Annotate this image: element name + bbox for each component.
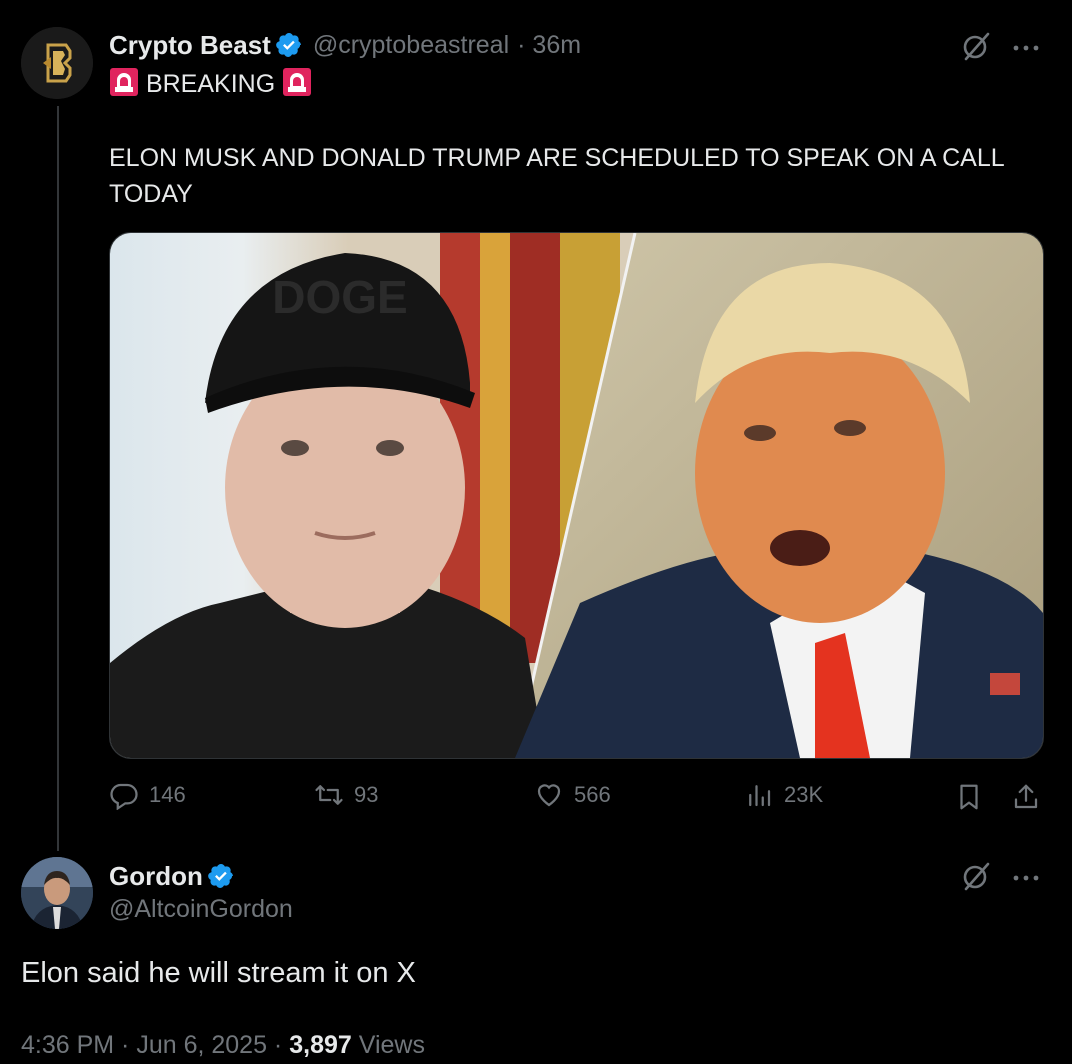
share-icon xyxy=(1014,784,1038,809)
views-button[interactable]: 23K xyxy=(744,780,823,810)
reply-author-avatar[interactable] xyxy=(21,857,93,929)
thread-connector-line xyxy=(57,106,59,851)
reply-timestamp[interactable]: 4:36 PM · Jun 6, 2025 · xyxy=(21,1031,282,1059)
photo-collage-icon: DOGE xyxy=(110,233,1043,758)
bookmark-button[interactable] xyxy=(954,782,984,817)
post-media-image[interactable]: DOGE xyxy=(109,232,1044,759)
more-options-icon[interactable] xyxy=(1011,40,1041,58)
reply-author-name[interactable]: Gordon xyxy=(109,861,203,892)
analytics-icon xyxy=(749,785,771,807)
repost-icon xyxy=(315,785,343,805)
siren-icon xyxy=(110,68,138,96)
share-button[interactable] xyxy=(1011,782,1041,817)
verified-badge-icon xyxy=(208,864,233,888)
reply-header: Gordon xyxy=(109,859,235,893)
breaking-label: BREAKING xyxy=(145,70,276,98)
cap-text: DOGE xyxy=(272,271,407,323)
reply-meta: 4:36 PM · Jun 6, 2025 · 3,897 Views xyxy=(21,1031,425,1060)
heart-icon xyxy=(537,784,561,807)
author-handle[interactable]: @cryptobeastreal xyxy=(313,31,509,60)
author-avatar[interactable] xyxy=(21,27,93,99)
reply-author-handle[interactable]: @AltcoinGordon xyxy=(109,895,293,924)
reply-views-label: Views xyxy=(358,1031,425,1059)
like-count: 566 xyxy=(574,782,611,807)
views-count: 23K xyxy=(784,782,824,807)
like-button[interactable]: 566 xyxy=(534,780,611,810)
post-actions: 146 93 566 23K xyxy=(109,780,1042,816)
more-options-icon[interactable] xyxy=(1011,870,1041,888)
reply-button[interactable]: 146 xyxy=(109,780,186,810)
siren-icon xyxy=(283,68,312,96)
bookmark-icon xyxy=(960,784,978,810)
profile-photo-icon xyxy=(21,857,93,929)
crypto-beast-logo-icon xyxy=(21,27,93,99)
grok-icon[interactable] xyxy=(960,30,992,67)
post-header: Crypto Beast @cryptobeastreal · 36m xyxy=(109,28,581,62)
post-body-text: ELON MUSK AND DONALD TRUMP ARE SCHEDULED… xyxy=(109,144,1004,208)
reply-icon xyxy=(110,783,138,810)
verified-badge-icon xyxy=(275,33,301,57)
reply-count: 146 xyxy=(149,782,186,807)
post-time[interactable]: · 36m xyxy=(517,31,581,60)
author-name[interactable]: Crypto Beast xyxy=(109,30,271,61)
reply-view-count: 3,897 xyxy=(289,1031,352,1059)
post-breaking-line: BREAKING xyxy=(109,66,312,102)
repost-count: 93 xyxy=(354,782,379,807)
grok-icon[interactable] xyxy=(960,860,992,897)
repost-button[interactable]: 93 xyxy=(314,780,378,810)
reply-text: Elon said he will stream it on X xyxy=(21,957,416,989)
